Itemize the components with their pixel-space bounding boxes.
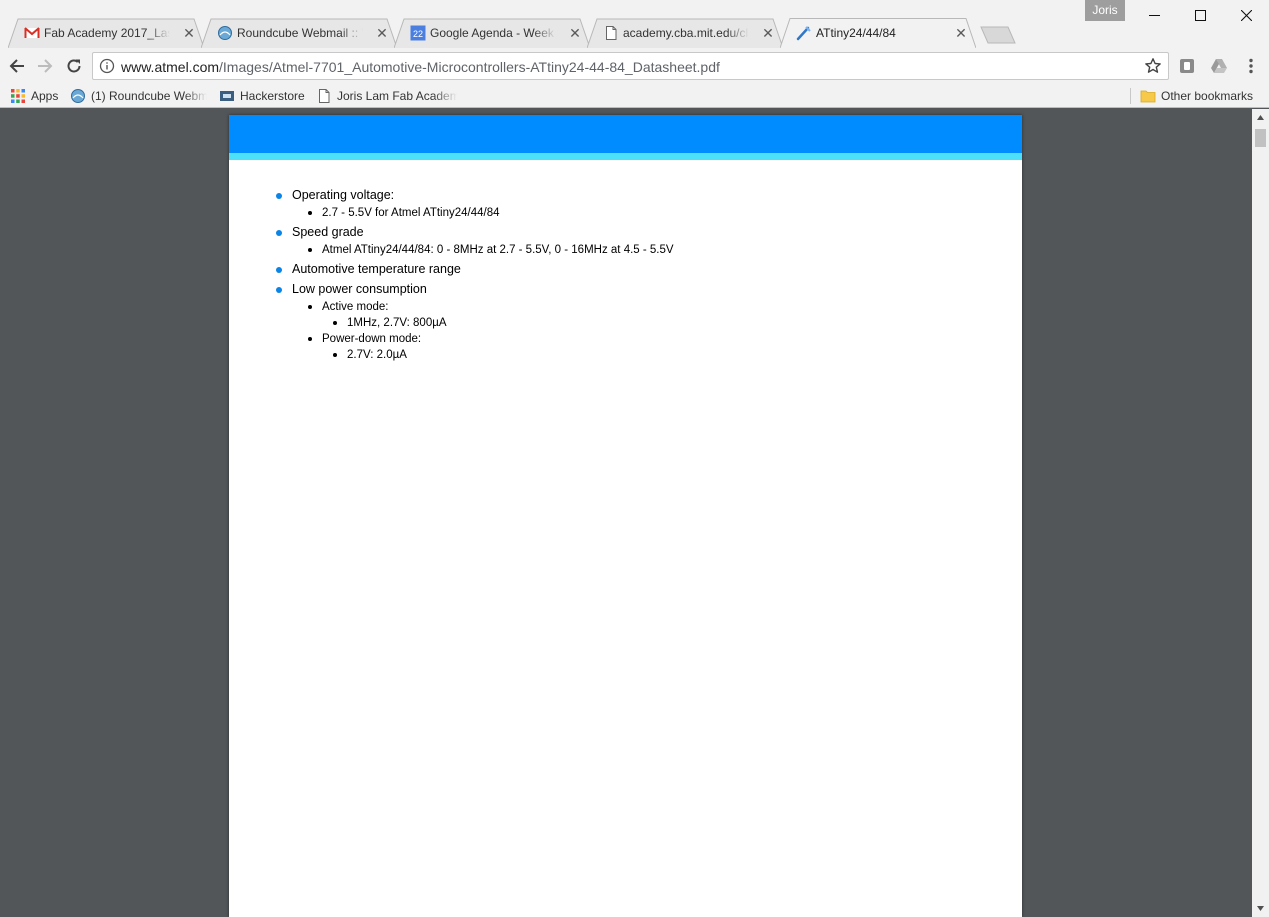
page-icon xyxy=(606,26,617,40)
bookmark-hackerstore[interactable]: Hackerstore xyxy=(219,86,305,106)
maximize-icon xyxy=(1194,9,1206,21)
svg-text:22: 22 xyxy=(413,29,423,39)
folder-icon xyxy=(1140,90,1156,103)
pdf-page: Operating voltage: 2.7 - 5.5V for Atmel … xyxy=(229,115,1022,917)
sub-list: Atmel ATtiny24/44/84: 0 - 8MHz at 2.7 - … xyxy=(306,242,674,258)
active-mode-item: Active mode: 1MHz, 2.7V: 800µA xyxy=(306,299,674,331)
feature-value: 2.7V: 2.0µA xyxy=(332,347,674,363)
tab-roundcube[interactable]: Roundcube Webmail :: W ✕ xyxy=(201,18,397,48)
apps-grid-icon xyxy=(11,89,25,103)
tab-close-icon[interactable]: ✕ xyxy=(954,26,968,40)
tab-close-icon[interactable]: ✕ xyxy=(568,26,582,40)
new-tab-button[interactable] xyxy=(980,26,1016,44)
back-button[interactable] xyxy=(5,54,29,78)
drive-button[interactable] xyxy=(1207,54,1231,78)
feature-detail: Active mode: xyxy=(322,301,389,313)
navigation-toolbar: www.atmel.com/Images/Atmel-7701_Automoti… xyxy=(0,48,1269,84)
tab-academy-cba[interactable]: academy.cba.mit.edu/cla ✕ xyxy=(587,18,783,48)
feature-detail: Power-down mode: xyxy=(322,333,422,345)
title-bar: Joris Fab Academy 2017_Last p ✕ Roundcub… xyxy=(0,0,1269,48)
feature-label: Automotive temperature range xyxy=(292,262,461,276)
minimize-button[interactable] xyxy=(1131,0,1177,30)
bookmark-other[interactable]: Other bookmarks xyxy=(1140,86,1253,106)
reload-button[interactable] xyxy=(62,54,86,78)
bookmarks-bar: Apps (1) Roundcube Webm Hackerstore Jori… xyxy=(0,84,1269,108)
bookmark-label: Apps xyxy=(31,89,59,103)
scrollbar-thumb[interactable] xyxy=(1255,129,1266,147)
drive-icon xyxy=(1211,59,1227,73)
forward-button[interactable] xyxy=(33,54,57,78)
feature-label: Speed grade xyxy=(292,225,364,239)
minimize-icon xyxy=(1148,14,1160,16)
gmail-icon xyxy=(24,27,40,38)
forward-icon xyxy=(38,59,53,73)
reload-icon xyxy=(67,59,81,73)
tab-title: Roundcube Webmail :: W xyxy=(237,26,363,40)
bookmark-label: Hackerstore xyxy=(240,89,305,103)
bookmarks-divider xyxy=(1130,88,1131,104)
hackerstore-icon xyxy=(220,91,234,101)
menu-button[interactable] xyxy=(1239,54,1263,78)
features-list: Operating voltage: 2.7 - 5.5V for Atmel … xyxy=(273,187,674,366)
back-icon xyxy=(9,59,24,73)
feature-operating-voltage: Operating voltage: 2.7 - 5.5V for Atmel … xyxy=(273,187,674,221)
tab-title: ATtiny24/44/84 xyxy=(816,26,896,40)
bookmark-label: Joris Lam Fab Academ xyxy=(337,89,457,103)
tab-close-icon[interactable]: ✕ xyxy=(182,26,196,40)
feature-detail: Atmel ATtiny24/44/84: 0 - 8MHz at 2.7 - … xyxy=(306,242,674,258)
vertical-scrollbar[interactable] xyxy=(1252,109,1269,917)
close-icon xyxy=(1240,9,1252,21)
url-text: www.atmel.com/Images/Atmel-7701_Automoti… xyxy=(121,59,720,75)
sub-list: Active mode: 1MHz, 2.7V: 800µA Power-dow… xyxy=(306,299,674,363)
header-band xyxy=(229,115,1022,153)
sub-list: 2.7 - 5.5V for Atmel ATtiny24/44/84 xyxy=(306,205,674,221)
roundcube-icon xyxy=(71,89,85,103)
profile-button[interactable]: Joris xyxy=(1085,0,1125,21)
bookmark-label: Other bookmarks xyxy=(1161,89,1254,103)
info-icon[interactable] xyxy=(99,58,115,74)
tab-google-agenda[interactable]: 22 Google Agenda - Week va ✕ xyxy=(394,18,590,48)
bookmark-roundcube[interactable]: (1) Roundcube Webm xyxy=(70,86,207,106)
extension-icon xyxy=(1180,59,1194,73)
bookmark-joris-lam[interactable]: Joris Lam Fab Academ xyxy=(316,86,457,106)
arrow-up-icon xyxy=(1257,115,1264,120)
url-path: /Images/Atmel-7701_Automotive-Microcontr… xyxy=(219,59,720,75)
address-bar[interactable]: www.atmel.com/Images/Atmel-7701_Automoti… xyxy=(92,52,1169,80)
tab-title: Google Agenda - Week va xyxy=(430,26,556,40)
scroll-up-button[interactable] xyxy=(1252,109,1269,126)
feature-label: Operating voltage: xyxy=(292,188,395,202)
powerdown-mode-item: Power-down mode: 2.7V: 2.0µA xyxy=(306,331,674,363)
feature-value: 1MHz, 2.7V: 800µA xyxy=(332,315,674,331)
tab-close-icon[interactable]: ✕ xyxy=(375,26,389,40)
close-window-button[interactable] xyxy=(1223,0,1269,30)
tab-title: academy.cba.mit.edu/cla xyxy=(623,26,749,40)
sub-sub-list: 1MHz, 2.7V: 800µA xyxy=(332,315,674,331)
maximize-button[interactable] xyxy=(1177,0,1223,30)
calendar-icon: 22 xyxy=(410,25,426,41)
scroll-down-button[interactable] xyxy=(1252,900,1269,917)
star-icon[interactable] xyxy=(1144,57,1162,75)
sub-sub-list: 2.7V: 2.0µA xyxy=(332,347,674,363)
feature-detail: 2.7 - 5.5V for Atmel ATtiny24/44/84 xyxy=(306,205,674,221)
feature-low-power: Low power consumption Active mode: 1MHz,… xyxy=(273,281,674,363)
feature-speed-grade: Speed grade Atmel ATtiny24/44/84: 0 - 8M… xyxy=(273,224,674,258)
pdf-viewer: Operating voltage: 2.7 - 5.5V for Atmel … xyxy=(0,109,1269,917)
tab-fab-academy[interactable]: Fab Academy 2017_Last p ✕ xyxy=(8,18,204,48)
feature-label: Low power consumption xyxy=(292,282,427,296)
pdf-icon xyxy=(796,26,811,41)
bookmark-label: (1) Roundcube Webm xyxy=(91,89,207,103)
tab-title: Fab Academy 2017_Last p xyxy=(44,26,170,40)
roundcube-icon xyxy=(218,26,232,40)
url-host: www.atmel.com xyxy=(121,59,220,75)
header-stripe xyxy=(229,153,1022,160)
arrow-down-icon xyxy=(1257,906,1264,911)
tab-attiny-datasheet[interactable]: ATtiny24/44/84 ✕ xyxy=(780,18,976,48)
tab-close-icon[interactable]: ✕ xyxy=(761,26,775,40)
extension-button[interactable] xyxy=(1175,54,1199,78)
page-icon xyxy=(319,89,330,103)
menu-icon xyxy=(1249,58,1253,74)
feature-temperature: Automotive temperature range xyxy=(273,261,674,278)
bookmark-apps[interactable]: Apps xyxy=(10,86,58,106)
